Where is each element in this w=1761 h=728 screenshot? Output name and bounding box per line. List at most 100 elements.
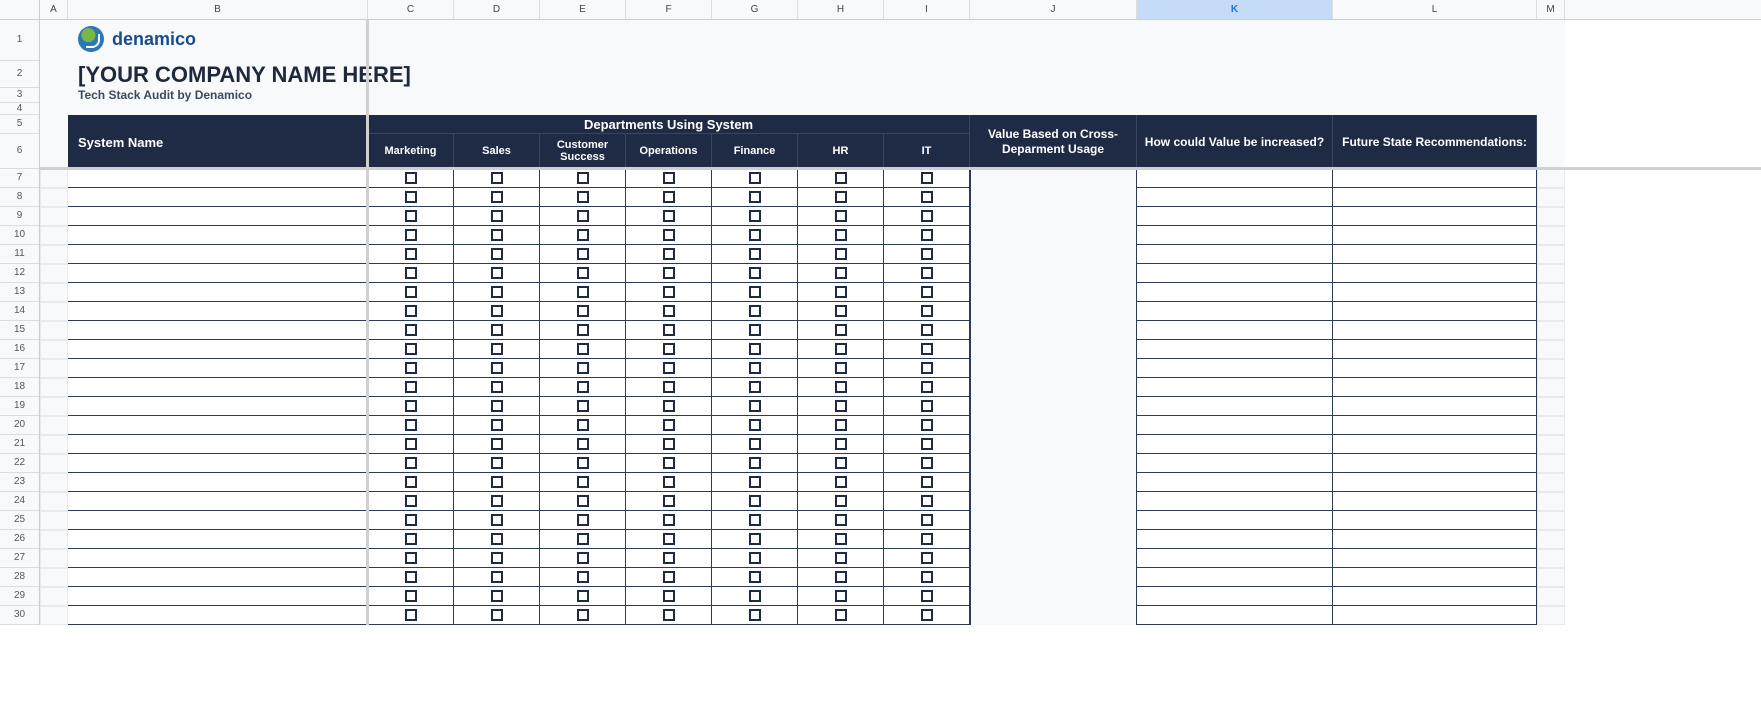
cell[interactable] [1537,340,1565,359]
checkbox[interactable] [577,324,589,336]
dept-checkbox-cell[interactable] [712,226,798,245]
dept-checkbox-cell[interactable] [712,169,798,188]
checkbox[interactable] [577,400,589,412]
dept-checkbox-cell[interactable] [540,340,626,359]
value-increase-cell[interactable] [1137,397,1333,416]
row-header-16[interactable]: 16 [0,340,39,359]
checkbox[interactable] [749,495,761,507]
checkbox[interactable] [921,609,933,621]
future-state-cell[interactable] [1333,416,1537,435]
checkbox[interactable] [491,191,503,203]
dept-checkbox-cell[interactable] [540,226,626,245]
checkbox[interactable] [405,267,417,279]
cell[interactable] [40,283,68,302]
dept-checkbox-cell[interactable] [798,606,884,625]
checkbox[interactable] [491,533,503,545]
checkbox[interactable] [749,362,761,374]
dept-checkbox-cell[interactable] [540,378,626,397]
row-header-4[interactable]: 4 [0,103,39,115]
dept-checkbox-cell[interactable] [712,549,798,568]
cell[interactable] [1537,302,1565,321]
system-name-cell[interactable] [68,454,368,473]
checkbox[interactable] [835,400,847,412]
cell[interactable] [1537,378,1565,397]
checkbox[interactable] [577,381,589,393]
row-header-8[interactable]: 8 [0,188,39,207]
checkbox[interactable] [921,267,933,279]
checkbox[interactable] [405,305,417,317]
checkbox[interactable] [663,343,675,355]
value-increase-cell[interactable] [1137,169,1333,188]
cell[interactable] [1537,587,1565,606]
value-cross-cell[interactable] [970,530,1137,549]
checkbox[interactable] [835,210,847,222]
row-header-13[interactable]: 13 [0,283,39,302]
dept-checkbox-cell[interactable] [454,169,540,188]
checkbox[interactable] [749,571,761,583]
dept-checkbox-cell[interactable] [626,359,712,378]
cell[interactable] [40,568,68,587]
checkbox[interactable] [491,514,503,526]
checkbox[interactable] [577,248,589,260]
cell[interactable] [40,397,68,416]
dept-checkbox-cell[interactable] [540,321,626,340]
value-cross-cell[interactable] [970,435,1137,454]
future-state-cell[interactable] [1333,606,1537,625]
dept-checkbox-cell[interactable] [798,473,884,492]
dept-checkbox-cell[interactable] [798,492,884,511]
dept-checkbox-cell[interactable] [368,568,454,587]
checkbox[interactable] [921,248,933,260]
dept-checkbox-cell[interactable] [454,340,540,359]
cell[interactable] [40,416,68,435]
dept-checkbox-cell[interactable] [368,511,454,530]
checkbox[interactable] [749,305,761,317]
cell[interactable] [1537,321,1565,340]
checkbox[interactable] [663,590,675,602]
cell[interactable] [1537,207,1565,226]
dept-checkbox-cell[interactable] [798,549,884,568]
dept-checkbox-cell[interactable] [884,511,970,530]
dept-checkbox-cell[interactable] [798,226,884,245]
value-cross-cell[interactable] [970,416,1137,435]
select-all-corner[interactable] [0,0,40,20]
dept-checkbox-cell[interactable] [454,264,540,283]
dept-checkbox-cell[interactable] [626,264,712,283]
dept-checkbox-cell[interactable] [368,321,454,340]
value-increase-cell[interactable] [1137,378,1333,397]
dept-checkbox-cell[interactable] [454,511,540,530]
dept-checkbox-cell[interactable] [368,340,454,359]
dept-checkbox-cell[interactable] [798,283,884,302]
dept-checkbox-cell[interactable] [884,587,970,606]
cell[interactable] [40,226,68,245]
dept-checkbox-cell[interactable] [454,530,540,549]
checkbox[interactable] [921,172,933,184]
value-increase-cell[interactable] [1137,492,1333,511]
dept-checkbox-cell[interactable] [798,169,884,188]
checkbox[interactable] [491,609,503,621]
column-header-b[interactable]: B [68,0,368,19]
value-increase-cell[interactable] [1137,264,1333,283]
value-cross-cell[interactable] [970,169,1137,188]
system-name-cell[interactable] [68,606,368,625]
cell[interactable] [40,587,68,606]
checkbox[interactable] [921,457,933,469]
dept-checkbox-cell[interactable] [540,587,626,606]
checkbox[interactable] [577,210,589,222]
row-header-9[interactable]: 9 [0,207,39,226]
checkbox[interactable] [921,514,933,526]
checkbox[interactable] [577,362,589,374]
cell[interactable] [1537,226,1565,245]
checkbox[interactable] [749,514,761,526]
dept-checkbox-cell[interactable] [368,435,454,454]
cell[interactable] [40,492,68,511]
dept-checkbox-cell[interactable] [884,264,970,283]
dept-checkbox-cell[interactable] [884,568,970,587]
system-name-cell[interactable] [68,226,368,245]
checkbox[interactable] [491,286,503,298]
checkbox[interactable] [405,552,417,564]
system-name-cell[interactable] [68,397,368,416]
dept-checkbox-cell[interactable] [454,587,540,606]
checkbox[interactable] [577,191,589,203]
cell[interactable] [40,473,68,492]
cell[interactable] [1537,492,1565,511]
